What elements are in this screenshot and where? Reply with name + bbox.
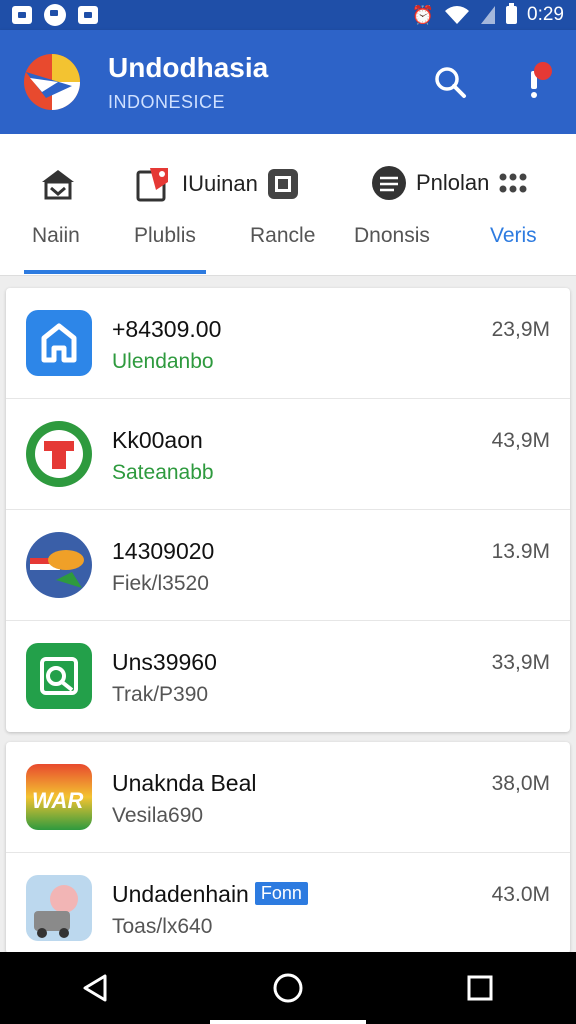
- app-developer: Fiek/l3520: [112, 572, 209, 595]
- back-icon: [83, 974, 107, 1002]
- app-icon: [26, 532, 92, 598]
- app-notification-icon: [44, 4, 66, 26]
- app-logo: [22, 52, 82, 112]
- tab-naiin[interactable]: Naiin: [32, 224, 80, 248]
- tab-dnonsis[interactable]: Dnonsis: [354, 224, 430, 248]
- list-item[interactable]: Undadenhain Fonn Toas/lx640 43.0M: [6, 853, 570, 954]
- notification-icon: [12, 6, 32, 24]
- app-name: Kk00aon: [112, 427, 203, 453]
- wifi-icon: [445, 6, 470, 24]
- app-developer: Trak/P390: [112, 683, 209, 706]
- chat-icon: [372, 166, 406, 200]
- tab-rancle[interactable]: Rancle: [250, 224, 315, 248]
- app-size: 43.0M: [491, 883, 550, 906]
- tab-icon-tag[interactable]: IUuinan: [134, 164, 300, 204]
- app-size: 43,9M: [491, 429, 550, 452]
- app-developer: Sateanabb: [112, 461, 214, 484]
- app-name: Undadenhain Fonn: [112, 881, 308, 908]
- system-nav-bar: [0, 952, 576, 1024]
- gesture-pill: [210, 1020, 366, 1024]
- app-name: +84309.00: [112, 316, 222, 342]
- tab-icon-label: IUuinan: [182, 171, 258, 196]
- device-icon: [267, 169, 298, 199]
- home-button[interactable]: [258, 958, 318, 1018]
- tab-plublis[interactable]: Plublis: [134, 224, 196, 248]
- app-developer: Toas/lx640: [112, 915, 213, 938]
- app-size: 23,9M: [491, 318, 550, 341]
- app-developer: Vesila690: [112, 804, 204, 827]
- home-icon: [42, 170, 74, 200]
- more-grid-icon: [499, 173, 527, 193]
- tab-icon-chat[interactable]: Pnlolan: [370, 164, 529, 202]
- tag-badge: Fonn: [254, 882, 308, 905]
- app-name: 14309020: [112, 538, 215, 564]
- search-icon: [435, 67, 466, 98]
- app-icon: [26, 875, 92, 941]
- status-time: 0:29: [527, 4, 564, 25]
- app-bar: Undodhasia INDONESICE: [0, 30, 576, 134]
- list-item[interactable]: Uns39960 Trak/P390 33,9M: [6, 621, 570, 732]
- app-developer: Ulendanbo: [112, 350, 214, 373]
- home-circle-icon: [273, 973, 303, 1003]
- app-icon: [26, 643, 92, 709]
- app-icon: WAR: [26, 764, 92, 830]
- recents-icon: [467, 975, 493, 1001]
- tag-icon: [136, 168, 168, 202]
- svg-text:WAR: WAR: [32, 788, 83, 813]
- app-icon: [26, 421, 92, 487]
- app-subtitle: INDONESICE: [108, 91, 226, 112]
- list-item[interactable]: WAR Unaknda Beal Vesila690 38,0M: [6, 742, 570, 853]
- search-button[interactable]: [430, 62, 470, 102]
- tab-icon-label: Pnlolan: [416, 170, 490, 195]
- tab-veris[interactable]: Veris: [490, 224, 537, 248]
- signal-icon: [481, 6, 496, 24]
- status-bar: ⏰ 0:29: [0, 0, 576, 30]
- alarm-icon: ⏰: [411, 5, 435, 25]
- app-size: 38,0M: [491, 772, 550, 795]
- app-name: Uns39960: [112, 649, 217, 675]
- app-name: Unaknda Beal: [112, 770, 257, 796]
- active-tab-indicator: [24, 270, 206, 274]
- app-list-card: WAR Unaknda Beal Vesila690 38,0M Undaden…: [6, 742, 570, 954]
- app-size: 13.9M: [491, 540, 550, 563]
- back-button[interactable]: [66, 958, 126, 1018]
- app-list-card: +84309.00 Ulendanbo 23,9M Kk00aon Satean…: [6, 288, 570, 732]
- list-item[interactable]: Kk00aon Sateanabb 43,9M: [6, 399, 570, 510]
- category-tabs: IUuinan Pnlolan Naiin Plublis Rancle Dno…: [0, 134, 576, 276]
- list-item[interactable]: +84309.00 Ulendanbo 23,9M: [6, 288, 570, 399]
- app-size: 33,9M: [491, 651, 550, 674]
- notifications-button[interactable]: [514, 62, 554, 102]
- recents-button[interactable]: [450, 958, 510, 1018]
- tab-icon-home[interactable]: [38, 164, 78, 204]
- battery-icon: [506, 3, 518, 24]
- notification-badge: [534, 62, 552, 80]
- list-item[interactable]: 14309020 Fiek/l3520 13.9M: [6, 510, 570, 621]
- message-icon: [78, 6, 98, 24]
- app-icon: [26, 310, 92, 376]
- app-title: Undodhasia: [108, 51, 269, 83]
